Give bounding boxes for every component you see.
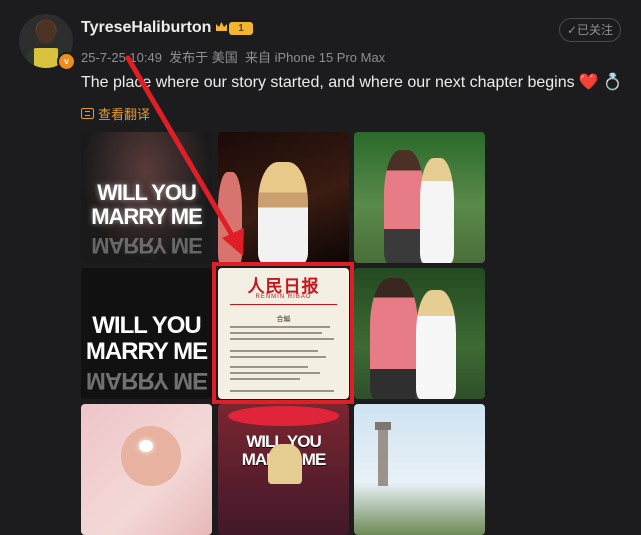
photo-tile-4[interactable]: WILL YOU MARRY ME MARRY ME bbox=[81, 268, 212, 399]
photo-tile-6[interactable] bbox=[354, 268, 485, 399]
level-badge: 1 bbox=[229, 22, 253, 35]
caption-text: The place where our story started, and w… bbox=[81, 74, 575, 91]
weibo-post: v TyreseHaliburton 1 ✓已关注 25-7-25 10:49 … bbox=[0, 0, 641, 535]
photo-tile-8[interactable]: WILL YOU MARRY ME bbox=[218, 404, 349, 535]
highlight-box bbox=[212, 262, 354, 404]
sign-will-you: WILL YOU bbox=[97, 180, 197, 205]
photo-tile-1[interactable]: WILL YOU MARRY ME MARRY ME bbox=[81, 132, 212, 263]
post-meta: 25-7-25 10:49 发布于 美国 来自 iPhone 15 Pro Ma… bbox=[81, 50, 386, 65]
username[interactable]: TyreseHaliburton bbox=[81, 19, 211, 37]
photo-tile-7[interactable] bbox=[81, 404, 212, 535]
sign-marry-me-2: MARRY ME bbox=[85, 338, 208, 365]
translate-link[interactable]: 查看翻译 bbox=[81, 104, 150, 123]
translate-label: 查看翻译 bbox=[98, 107, 151, 122]
sign-will-you-2: WILL YOU bbox=[92, 312, 201, 339]
verified-badge: v bbox=[57, 52, 76, 71]
sign-marry-me: MARRY ME bbox=[91, 204, 203, 229]
photo-tile-9[interactable] bbox=[354, 404, 485, 535]
translate-icon bbox=[81, 108, 94, 119]
ring-emoji: 💍 bbox=[602, 74, 623, 91]
photo-tile-3[interactable] bbox=[354, 132, 485, 263]
post-caption: The place where our story started, and w… bbox=[81, 72, 622, 92]
follow-button[interactable]: ✓已关注 bbox=[559, 18, 621, 42]
sign-reflection: MARRY ME bbox=[91, 233, 202, 258]
crown-icon bbox=[216, 22, 227, 31]
heart-emoji: ❤️ bbox=[578, 74, 599, 91]
sign-reflection-2: MARRY ME bbox=[85, 367, 208, 394]
photo-tile-2[interactable] bbox=[218, 132, 349, 263]
